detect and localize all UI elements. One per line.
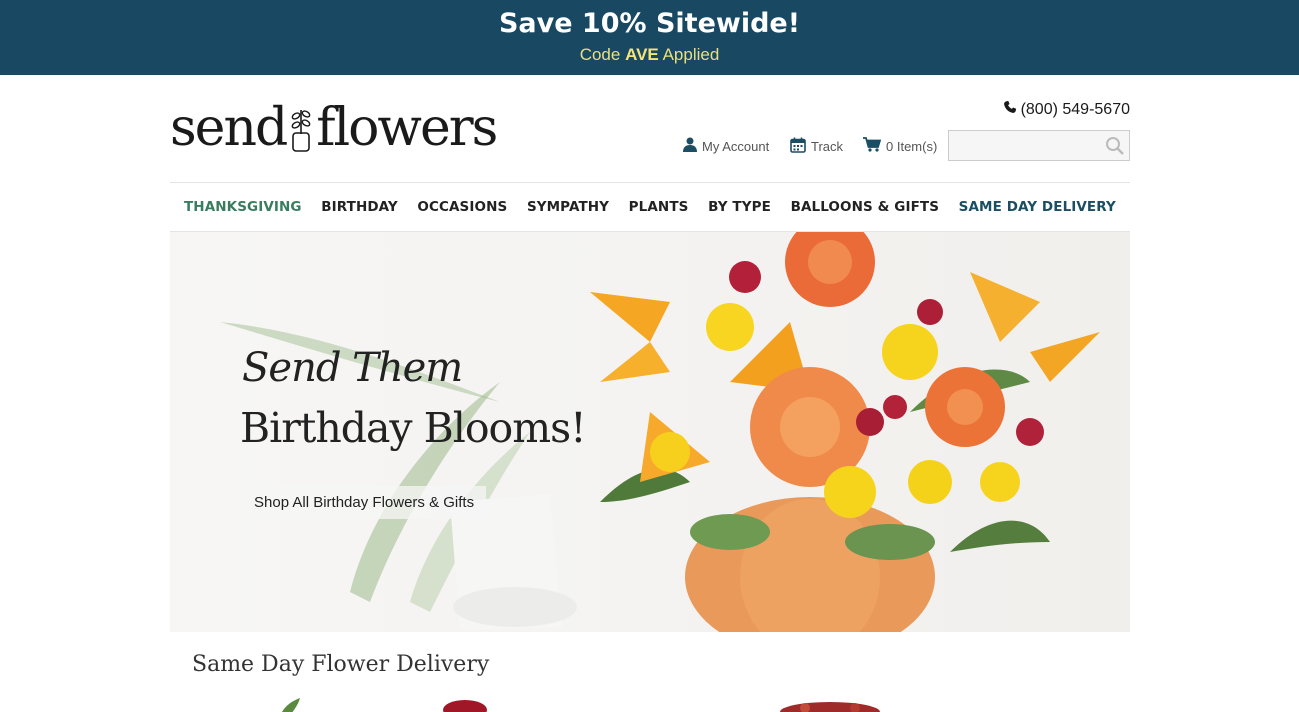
site-logo[interactable]: send flowers [170,98,498,158]
product-image-2[interactable] [430,696,500,712]
nav-item-plants[interactable]: PLANTS [629,199,689,215]
phone-link[interactable]: (800) 549-5670 [1003,100,1130,119]
nav-item-sympathy[interactable]: SYMPATHY [527,199,609,215]
hero-heading-line1: Send Them [242,345,463,391]
promo-code: AVE [625,45,659,64]
nav-item-thanksgiving[interactable]: THANKSGIVING [184,199,302,215]
cart-count: 0 Item(s) [886,138,938,154]
my-account-link[interactable]: My Account [683,137,769,155]
logo-plant-icon [288,102,314,154]
track-order-link[interactable]: Track [790,137,843,156]
section-title: Same Day Flower Delivery [192,652,490,677]
phone-icon [1003,100,1017,119]
hero-banner[interactable]: Send Them Birthday Blooms! Shop All Birt… [170,232,1130,632]
logo-text-send: send [170,98,288,158]
cart-link[interactable]: 0 Item(s) [863,137,937,155]
phone-number: (800) 549-5670 [1020,100,1130,118]
my-account-label: My Account [702,138,770,154]
promo-banner[interactable]: Save 10% Sitewide! Code AVE Applied [0,0,1299,75]
nav-item-by-type[interactable]: BY TYPE [708,199,771,215]
cart-icon [863,137,882,155]
logo-text-flowers: flowers [316,98,498,158]
calendar-icon [790,137,806,156]
promo-title: Save 10% Sitewide! [498,8,801,39]
product-image-3[interactable] [775,696,885,712]
shop-birthday-button[interactable]: Shop All Birthday Flowers & Gifts [242,486,487,519]
search-input[interactable] [949,131,1099,160]
promo-code-line: Code AVE Applied [0,45,1299,65]
user-icon [683,137,697,155]
search-box [948,130,1130,161]
nav-item-occasions[interactable]: OCCASIONS [417,199,507,215]
promo-code-prefix: Code [579,45,621,64]
nav-item-birthday[interactable]: BIRTHDAY [321,199,398,215]
nav-item-same-day-delivery[interactable]: SAME DAY DELIVERY [959,199,1116,215]
main-nav: THANKSGIVING BIRTHDAY OCCASIONS SYMPATHY… [170,182,1130,232]
search-icon[interactable] [1105,136,1125,156]
nav-item-balloons-gifts[interactable]: BALLOONS & GIFTS [791,199,939,215]
track-label: Track [811,139,844,154]
promo-code-suffix: Applied [662,45,720,64]
product-image-1[interactable] [270,696,330,712]
hero-heading-line2: Birthday Blooms! [240,404,587,452]
